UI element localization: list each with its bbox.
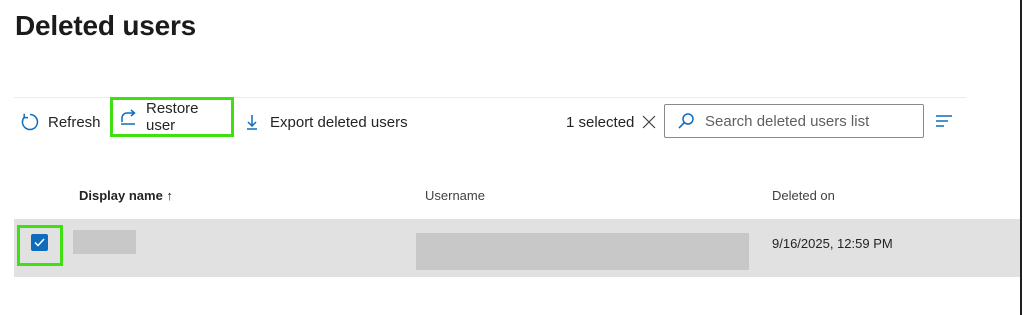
export-deleted-users-label: Export deleted users bbox=[270, 113, 408, 131]
refresh-icon bbox=[20, 112, 40, 132]
deleted-users-page: Deleted users Refresh Restore user Expor… bbox=[0, 0, 1024, 315]
restore-icon bbox=[118, 107, 138, 127]
window-border bbox=[1020, 0, 1022, 315]
row-checkbox[interactable] bbox=[31, 234, 48, 251]
search-input[interactable] bbox=[703, 111, 917, 131]
deleted-on-cell: 9/16/2025, 12:59 PM bbox=[772, 236, 893, 251]
restore-user-label: Restore user bbox=[146, 100, 199, 134]
column-header-display-name[interactable]: Display name ↑ bbox=[79, 188, 173, 203]
username-cell-redacted bbox=[416, 233, 749, 270]
column-header-username[interactable]: Username bbox=[425, 188, 485, 203]
refresh-label: Refresh bbox=[48, 113, 101, 131]
search-box[interactable] bbox=[664, 104, 924, 138]
selected-count: 1 selected bbox=[566, 113, 635, 131]
search-icon bbox=[677, 112, 695, 130]
selection-status: 1 selected bbox=[566, 104, 656, 140]
close-icon[interactable] bbox=[642, 115, 656, 129]
export-deleted-users-button[interactable]: Export deleted users bbox=[242, 104, 408, 140]
page-title: Deleted users bbox=[15, 10, 197, 41]
checkmark-icon bbox=[34, 238, 45, 247]
display-name-cell-redacted bbox=[73, 230, 136, 254]
column-header-deleted-on[interactable]: Deleted on bbox=[772, 188, 835, 203]
restore-user-button[interactable]: Restore user bbox=[110, 97, 234, 137]
filter-lines-icon[interactable] bbox=[934, 112, 956, 130]
refresh-button[interactable]: Refresh bbox=[20, 104, 101, 140]
download-icon bbox=[242, 112, 262, 132]
